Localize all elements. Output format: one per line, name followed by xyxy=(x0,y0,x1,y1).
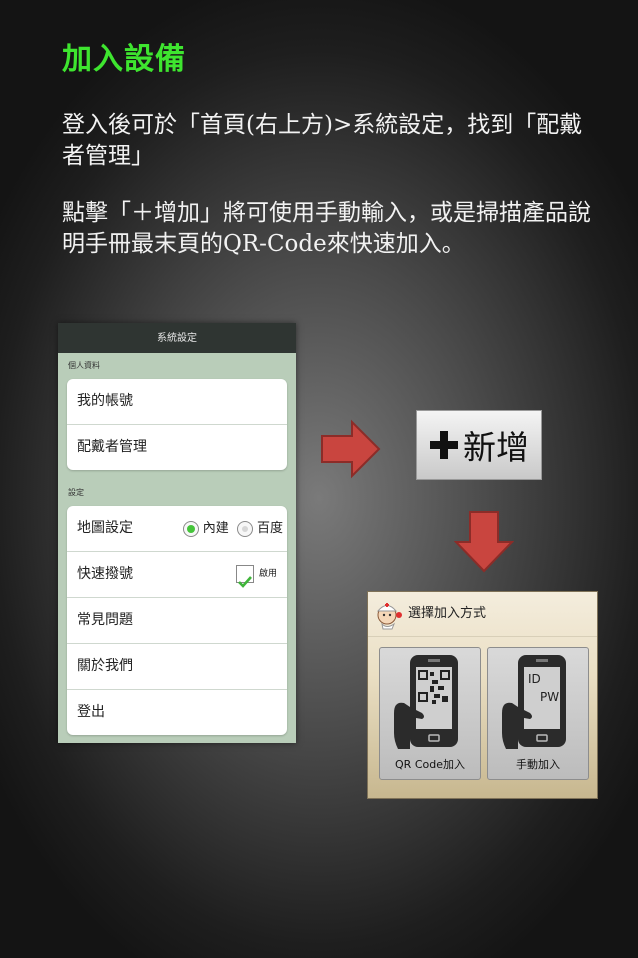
menu-item-logout[interactable]: 登出 xyxy=(67,690,287,735)
speed-dial-checkbox[interactable] xyxy=(236,564,255,588)
qr-code-add-label: QR Code加入 xyxy=(395,758,465,771)
menu-item-faq[interactable]: 常見問題 xyxy=(67,598,287,644)
menu-item-about-us[interactable]: 關於我們 xyxy=(67,644,287,690)
manual-add-button[interactable]: ID PW 手動加入 xyxy=(487,647,589,780)
settings-card: 地圖設定 內建 百度 快速撥號 啟用 常見問題 關於我們 登出 xyxy=(67,506,287,735)
screen-text-id: ID xyxy=(528,672,541,686)
qr-code-add-button[interactable]: QR Code加入 xyxy=(379,647,481,780)
menu-item-speed-dial[interactable]: 快速撥號 啟用 xyxy=(67,552,287,598)
radio-builtin[interactable] xyxy=(182,520,199,537)
manual-phone-icon: ID PW xyxy=(502,655,566,749)
arrow-right-icon xyxy=(321,419,381,479)
menu-item-my-account[interactable]: 我的帳號 xyxy=(67,379,287,425)
section-label-settings: 設定 xyxy=(68,488,84,497)
map-settings-label: 地圖設定 xyxy=(77,520,133,536)
screen-text-pw: PW xyxy=(540,690,559,704)
map-radio-group: 內建 百度 xyxy=(179,506,283,551)
add-button[interactable]: 新增 xyxy=(416,410,542,480)
arrow-down-icon xyxy=(454,511,514,573)
plus-icon xyxy=(430,431,458,459)
nurse-mascot-icon xyxy=(376,603,402,630)
qr-phone-icon xyxy=(394,655,458,749)
add-method-dialog: 選擇加入方式 QR Code加入 ID PW 手動加入 xyxy=(367,591,598,799)
speed-dial-label: 快速撥號 xyxy=(77,566,133,582)
menu-item-map-settings[interactable]: 地圖設定 內建 百度 xyxy=(67,506,287,552)
personal-card: 我的帳號 配戴者管理 xyxy=(67,379,287,470)
settings-screen: 系統設定 個人資料 我的帳號 配戴者管理 設定 地圖設定 內建 百度 快速撥號 xyxy=(58,323,296,743)
speed-dial-enable-label: 啟用 xyxy=(258,569,277,579)
instruction-paragraph-2: 點擊「＋增加」將可使用手動輸入，或是掃描產品說明手冊最末頁的QR-Code來快速… xyxy=(62,200,591,257)
radio-baidu[interactable] xyxy=(236,520,253,537)
radio-baidu-label: 百度 xyxy=(256,521,283,536)
speed-dial-check-group: 啟用 xyxy=(236,552,277,597)
menu-item-wearer-management[interactable]: 配戴者管理 xyxy=(67,425,287,470)
radio-builtin-label: 內建 xyxy=(202,521,229,536)
checkmark-icon xyxy=(238,575,253,588)
dialog-title: 選擇加入方式 xyxy=(408,606,487,621)
manual-add-label: 手動加入 xyxy=(516,758,560,771)
settings-title-bar: 系統設定 xyxy=(58,323,296,353)
section-label-personal: 個人資料 xyxy=(68,361,100,370)
page-title: 加入設備 xyxy=(62,42,186,77)
instruction-paragraph-1: 登入後可於「首頁(右上方)>系統設定，找到「配戴者管理」 xyxy=(62,112,583,169)
dialog-title-bar: 選擇加入方式 xyxy=(368,592,597,637)
add-button-label: 新增 xyxy=(463,428,529,467)
